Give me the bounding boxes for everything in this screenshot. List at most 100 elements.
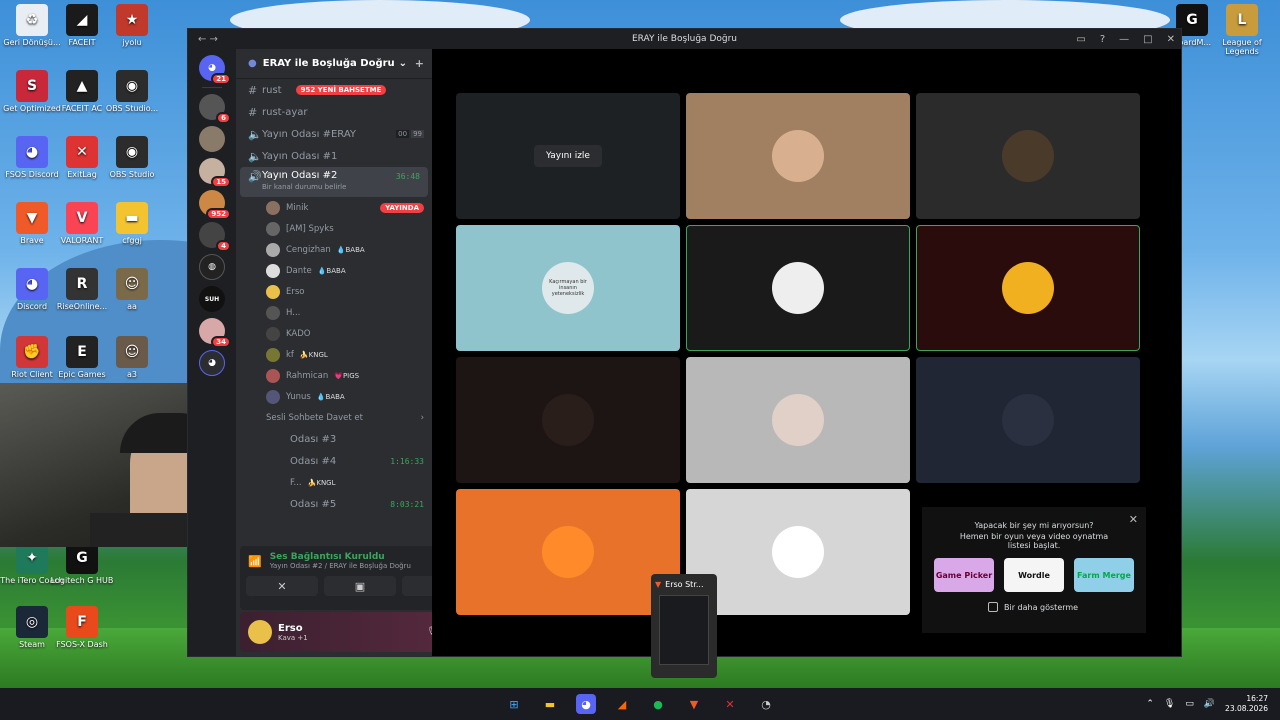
game-card[interactable]: Wordle: [1004, 558, 1064, 592]
volume-icon[interactable]: 🔊: [1204, 699, 1215, 709]
server-icon[interactable]: 15: [199, 158, 231, 188]
faceit-icon[interactable]: ◢: [612, 694, 632, 714]
minimize-button[interactable]: —: [1119, 34, 1129, 45]
voice-user[interactable]: Dante 💧BABA: [236, 260, 432, 281]
discord-icon[interactable]: ◕: [576, 694, 596, 714]
time: 16:27: [1246, 694, 1268, 703]
voice-user[interactable]: Cengizhan 💧BABA: [236, 239, 432, 260]
chevron-up-icon[interactable]: ⌃: [1146, 699, 1154, 709]
channel-name: Odası #4: [290, 455, 337, 467]
game-card[interactable]: Farm Merge: [1074, 558, 1134, 592]
avatar: Kaçırmayan bir insanın yeteneksizlik: [542, 262, 594, 314]
desktop-icon[interactable]: ▬ cfggj: [100, 202, 164, 245]
desktop-icon[interactable]: ☺ a3: [100, 336, 164, 379]
app-icon: V: [66, 202, 98, 234]
participant-tile[interactable]: [686, 93, 910, 219]
camera-button[interactable]: ✕: [246, 576, 318, 596]
checkbox[interactable]: [988, 602, 998, 612]
dm-icon[interactable]: ◕ 21: [199, 55, 231, 85]
channel-yayin-eray[interactable]: 🔈 Yayın Odası #ERAY 00 99: [236, 123, 432, 145]
app-icon: ◉: [116, 70, 148, 102]
maximize-button[interactable]: □: [1143, 34, 1152, 45]
screen-share-button[interactable]: ▣: [324, 576, 396, 596]
game-card[interactable]: Game Picker: [934, 558, 994, 592]
server-icon[interactable]: ◕: [199, 350, 225, 376]
voice-user[interactable]: Yunus 💧BABA: [236, 386, 432, 407]
watch-stream-button[interactable]: Yayını izle: [534, 145, 602, 167]
inbox-icon[interactable]: ▭: [1076, 34, 1085, 45]
channel-room-3[interactable]: Odası #3: [236, 428, 432, 450]
channel-rust-ayar[interactable]: # rust-ayar: [236, 101, 432, 123]
channel-yayin-1[interactable]: 🔈 Yayın Odası #1: [236, 145, 432, 167]
participant-tile[interactable]: Kaçırmayan bir insanın yeteneksizlik: [456, 225, 680, 351]
app-icon: S: [16, 70, 48, 102]
channel-room-5[interactable]: Odası #5 8:03:21: [236, 493, 432, 515]
invite-row[interactable]: Sesli Sohbete Davet et ›: [236, 407, 432, 428]
close-button[interactable]: ✕: [1167, 34, 1175, 45]
voice-user[interactable]: Rahmican 💗PIGS: [236, 365, 432, 386]
desktop-icon[interactable]: F FSOS-X Dash: [50, 606, 114, 649]
participant-tile[interactable]: [916, 357, 1140, 483]
user-name: [AM] Spyks: [286, 223, 334, 234]
voice-user[interactable]: H...: [236, 302, 432, 323]
voice-user[interactable]: Erso: [236, 281, 432, 302]
close-icon[interactable]: ✕: [1129, 513, 1138, 526]
start-icon[interactable]: ⊞: [504, 694, 524, 714]
chart-icon[interactable]: ◔: [756, 694, 776, 714]
participant-tile[interactable]: [686, 225, 910, 351]
desktop-icon[interactable]: ☺ aa: [100, 268, 164, 311]
voice-user[interactable]: KADO: [236, 323, 432, 344]
channel-rust[interactable]: # rust 952 YENİ BAHSETME: [236, 79, 432, 101]
brave-icon[interactable]: ▼: [684, 694, 704, 714]
user-name: Rahmican: [286, 370, 329, 381]
avatar: [772, 526, 824, 578]
mic-tray-icon[interactable]: 🎙: [1164, 699, 1175, 709]
server-header[interactable]: ● ERAY ile Boşluğa Doğru ⌄ +: [236, 49, 432, 79]
desktop-icon[interactable]: ★ jyolu: [100, 4, 164, 47]
voice-user[interactable]: kf 🍌KNGL: [236, 344, 432, 365]
icon-label: a3: [127, 370, 137, 379]
user-name: F...: [290, 477, 302, 488]
network-icon[interactable]: ▭: [1185, 699, 1194, 709]
participant-tile[interactable]: [456, 357, 680, 483]
participant-tile[interactable]: [686, 357, 910, 483]
participant-tile[interactable]: [916, 225, 1140, 351]
desktop-icon[interactable]: G Logitech G HUB: [50, 542, 114, 585]
server-icon[interactable]: 34: [199, 318, 231, 348]
server-icon[interactable]: ◍: [199, 254, 225, 280]
voice-location[interactable]: Yayın Odası #2 / ERAY ile Boşluğa Doğru: [270, 562, 411, 570]
channel-status[interactable]: Bir kanal durumu belirle: [262, 183, 346, 191]
user-name: Dante: [286, 265, 312, 276]
app-icon: ♻: [16, 4, 48, 36]
spotify-icon[interactable]: ●: [648, 694, 668, 714]
voice-user[interactable]: [AM] Spyks: [236, 218, 432, 239]
participant-tile[interactable]: Yayını izle: [456, 93, 680, 219]
user-activity: Kava +1: [278, 633, 308, 642]
help-icon[interactable]: ?: [1100, 34, 1105, 45]
user-name: Yunus: [286, 391, 311, 402]
voice-user[interactable]: Minik YAYINDA: [236, 197, 432, 218]
desktop-icon[interactable]: ◉ OBS Studio...: [100, 70, 164, 113]
participant-tile[interactable]: [916, 93, 1140, 219]
participant-tile[interactable]: [456, 489, 680, 615]
desktop-icon[interactable]: ◉ OBS Studio: [100, 136, 164, 179]
nav-arrows[interactable]: ← →: [198, 34, 218, 45]
clock[interactable]: 16:27 23.08.2026: [1225, 694, 1268, 714]
voice-user[interactable]: F... 🍌KNGL: [236, 472, 432, 493]
folder-icon[interactable]: ▬: [540, 694, 560, 714]
server-icon[interactable]: [199, 126, 225, 152]
user-limit: 99: [411, 130, 424, 138]
exitlag-icon[interactable]: ✕: [720, 694, 740, 714]
icon-label: jyolu: [122, 38, 142, 47]
server-icon[interactable]: 952: [199, 190, 231, 220]
server-icon[interactable]: 6: [199, 94, 231, 124]
add-member-icon[interactable]: +: [415, 57, 424, 70]
taskbar-preview[interactable]: ▼ Erso Str...: [651, 574, 717, 678]
channel-yayin-2[interactable]: 🔊 Yayın Odası #2 Bir kanal durumu belirle 3…: [240, 167, 428, 197]
desktop-icon[interactable]: L League of Legends: [1210, 4, 1274, 56]
channel-room-4[interactable]: Odası #4 1:16:33: [236, 450, 432, 472]
participant-tile[interactable]: [686, 489, 910, 615]
avatar[interactable]: [248, 620, 272, 644]
server-icon[interactable]: 4: [199, 222, 231, 252]
server-icon[interactable]: SUH: [199, 286, 225, 312]
